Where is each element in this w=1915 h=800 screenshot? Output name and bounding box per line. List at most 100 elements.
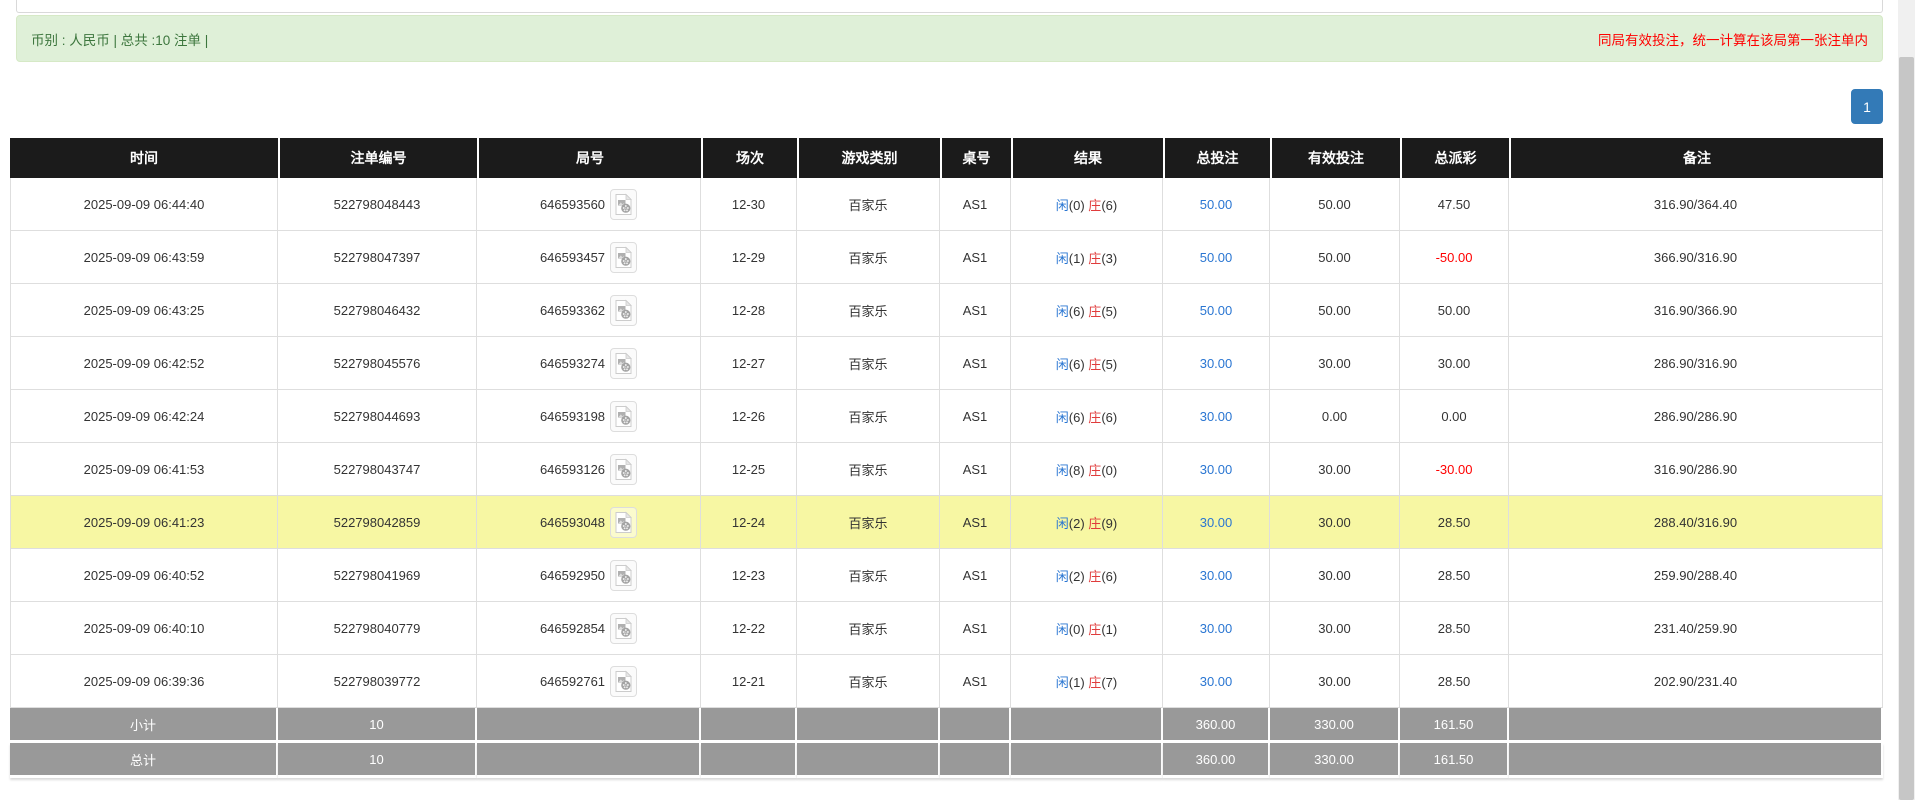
table-no-cell: AS1 [940, 496, 1011, 549]
result-cell: 闲(6) 庄(5) [1011, 337, 1163, 390]
result-banker-score: (5) [1101, 356, 1118, 372]
table-row[interactable]: 2025-09-09 06:42:24 522798044693 646593198… [10, 390, 1883, 443]
round-id-cell: 646593560 [477, 178, 701, 231]
total-bet-link[interactable]: 50.00 [1200, 197, 1233, 212]
scrollbar-thumb[interactable] [1899, 57, 1914, 800]
result-player-label: 闲 [1055, 674, 1069, 690]
game-type-cell: 百家乐 [797, 496, 940, 549]
total-bet-cell[interactable]: 50.00 [1163, 231, 1270, 284]
bet-id-cell: 522798047397 [278, 231, 477, 284]
result-player-label: 闲 [1055, 621, 1069, 637]
round-replay-button[interactable] [610, 453, 638, 485]
result-banker-label: 庄 [1088, 197, 1102, 213]
video-file-icon [615, 670, 632, 692]
total-bet-cell[interactable]: 30.00 [1163, 549, 1270, 602]
valid-bet-cell: 30.00 [1270, 496, 1400, 549]
table-row[interactable]: 2025-09-09 06:39:36 522798039772 646592761… [10, 655, 1883, 708]
time-cell: 2025-09-09 06:39:36 [10, 655, 278, 708]
total-bet-link[interactable]: 30.00 [1200, 515, 1233, 530]
total-bet-cell[interactable]: 50.00 [1163, 178, 1270, 231]
result-player-score: (0) [1068, 197, 1089, 213]
total-bet-cell[interactable]: 50.00 [1163, 284, 1270, 337]
page-1-button[interactable]: 1 [1851, 89, 1883, 124]
bet-id-cell: 522798046432 [278, 284, 477, 337]
bet-records-table: 时间 注单编号 局号 场次 游戏类别 桌号 结果 总投注 有效投注 总派彩 备注 2025-09-0… [10, 138, 1883, 778]
round-replay-button[interactable] [610, 612, 638, 644]
round-id-text: 646593274 [539, 355, 606, 371]
round-replay-button[interactable] [610, 347, 638, 379]
table-row[interactable]: 2025-09-09 06:42:52 522798045576 646593274… [10, 337, 1883, 390]
footer-valid-bet-cell: 330.00 [1270, 708, 1400, 743]
game-type-cell: 百家乐 [797, 443, 940, 496]
result-banker-score: (7) [1101, 674, 1118, 690]
footer-empty-round [477, 708, 701, 743]
table-row[interactable]: 2025-09-09 06:43:59 522798047397 646593457… [10, 231, 1883, 284]
round-replay-button[interactable] [610, 665, 638, 697]
table-row[interactable]: 2025-09-09 06:43:25 522798046432 646593362… [10, 284, 1883, 337]
table-no-cell: AS1 [940, 178, 1011, 231]
total-bet-link[interactable]: 50.00 [1200, 303, 1233, 318]
table-row[interactable]: 2025-09-09 06:41:23 522798042859 646593048… [10, 496, 1883, 549]
round-id-text: 646593362 [539, 302, 606, 318]
valid-bet-cell: 30.00 [1270, 443, 1400, 496]
time-cell: 2025-09-09 06:42:24 [10, 390, 278, 443]
game-type-cell: 百家乐 [797, 602, 940, 655]
total-bet-link[interactable]: 30.00 [1200, 674, 1233, 689]
remark-cell: 286.90/286.90 [1509, 390, 1883, 443]
game-type-cell: 百家乐 [797, 178, 940, 231]
total-bet-link[interactable]: 50.00 [1200, 250, 1233, 265]
result-player-score: (6) [1068, 356, 1089, 372]
round-id-text: 646592761 [539, 673, 606, 689]
total-bet-cell[interactable]: 30.00 [1163, 337, 1270, 390]
result-banker-score: (5) [1101, 303, 1118, 319]
bet-id-cell: 522798048443 [278, 178, 477, 231]
vertical-scrollbar[interactable] [1898, 0, 1915, 800]
total-bet-link[interactable]: 30.00 [1200, 409, 1233, 424]
remark-cell: 316.90/366.90 [1509, 284, 1883, 337]
total-bet-link[interactable]: 30.00 [1200, 568, 1233, 583]
round-replay-button[interactable] [610, 188, 638, 220]
session-cell: 12-25 [701, 443, 797, 496]
result-banker-score: (9) [1101, 515, 1118, 531]
result-banker-label: 庄 [1088, 303, 1102, 319]
game-type-cell: 百家乐 [797, 231, 940, 284]
valid-bet-cell: 30.00 [1270, 602, 1400, 655]
result-player-label: 闲 [1055, 409, 1069, 425]
total-bet-cell[interactable]: 30.00 [1163, 390, 1270, 443]
time-cell: 2025-09-09 06:40:52 [10, 549, 278, 602]
time-cell: 2025-09-09 06:41:23 [10, 496, 278, 549]
round-replay-button[interactable] [610, 559, 638, 591]
total-bet-link[interactable]: 30.00 [1200, 621, 1233, 636]
column-header-10: 备注 [1509, 138, 1883, 178]
total-bet-cell[interactable]: 30.00 [1163, 602, 1270, 655]
result-banker-score: (3) [1101, 250, 1118, 266]
round-replay-button[interactable] [610, 294, 638, 326]
session-cell: 12-21 [701, 655, 797, 708]
bet-id-cell: 522798042859 [278, 496, 477, 549]
payout-cell: 28.50 [1400, 602, 1509, 655]
round-replay-button[interactable] [610, 400, 638, 432]
total-bet-link[interactable]: 30.00 [1200, 462, 1233, 477]
valid-bet-cell: 0.00 [1270, 390, 1400, 443]
total-bet-cell[interactable]: 30.00 [1163, 496, 1270, 549]
video-file-icon [615, 511, 632, 533]
result-banker-label: 庄 [1088, 356, 1102, 372]
round-id-cell: 646593198 [477, 390, 701, 443]
round-id-text: 646592950 [539, 567, 606, 583]
table-row[interactable]: 2025-09-09 06:40:10 522798040779 646592854… [10, 602, 1883, 655]
result-player-score: (6) [1068, 409, 1089, 425]
total-bet-link[interactable]: 30.00 [1200, 356, 1233, 371]
footer-empty-result [1011, 708, 1163, 743]
total-bet-cell[interactable]: 30.00 [1163, 655, 1270, 708]
round-replay-button[interactable] [610, 506, 638, 538]
result-player-label: 闲 [1055, 303, 1069, 319]
table-footer: 小计 10 360.00 330.00 161.50 总计 10 360.00 330.00 16… [10, 708, 1883, 778]
table-row[interactable]: 2025-09-09 06:44:40 522798048443 646593560… [10, 178, 1883, 231]
payout-cell: -30.00 [1400, 443, 1509, 496]
table-row[interactable]: 2025-09-09 06:41:53 522798043747 646593126… [10, 443, 1883, 496]
table-row[interactable]: 2025-09-09 06:40:52 522798041969 646592950… [10, 549, 1883, 602]
total-bet-cell[interactable]: 30.00 [1163, 443, 1270, 496]
table-no-cell: AS1 [940, 443, 1011, 496]
column-header-4: 游戏类别 [797, 138, 940, 178]
round-replay-button[interactable] [610, 241, 638, 273]
